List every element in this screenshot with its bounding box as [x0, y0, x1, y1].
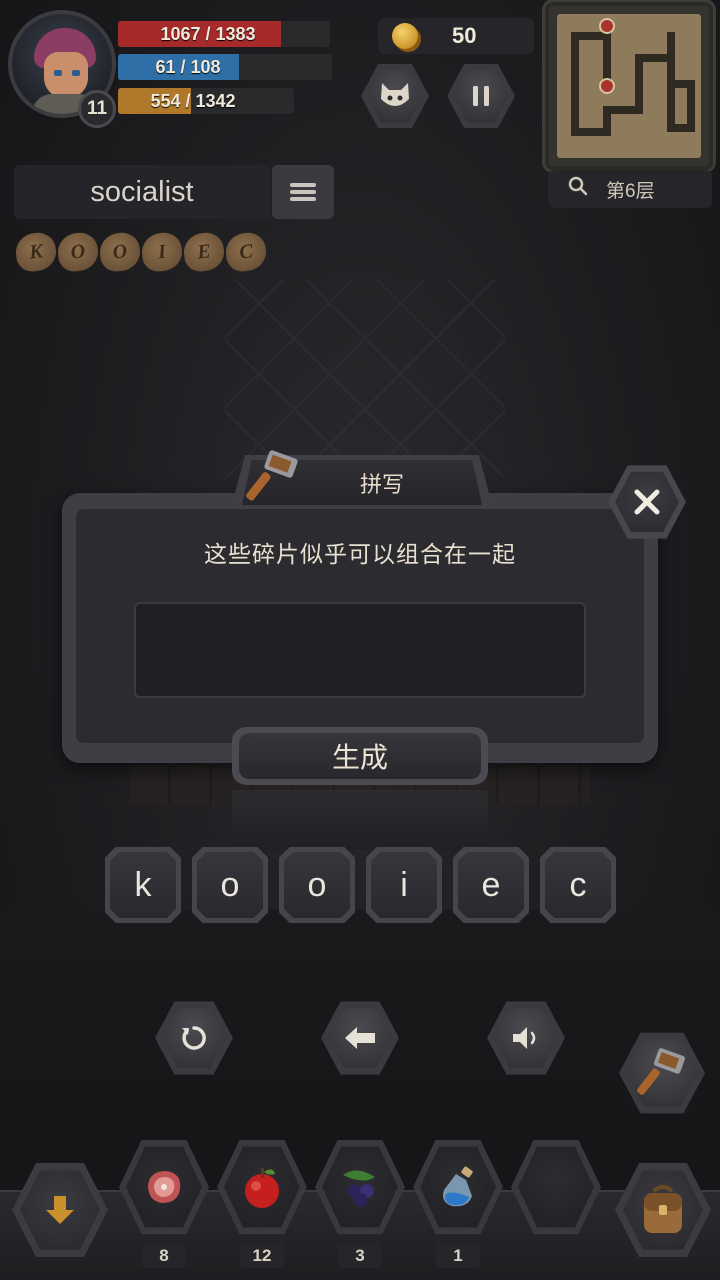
- xp-current: 554: [150, 91, 181, 111]
- hp-separator: /: [200, 24, 216, 44]
- minimap-player-marker: [599, 78, 615, 94]
- berries-icon: [343, 1170, 375, 1207]
- minimap[interactable]: [545, 2, 713, 170]
- hp-max: 1383: [215, 24, 256, 44]
- minimap-paper: [557, 14, 701, 158]
- letter-tile-label: o: [284, 852, 350, 918]
- floor-indicator[interactable]: 第6层: [548, 170, 712, 208]
- spell-input-slot[interactable]: [134, 602, 586, 698]
- letter-tile[interactable]: o: [279, 847, 355, 923]
- fragment-token: C: [224, 231, 268, 273]
- avatar-face: [44, 52, 88, 98]
- coin-count: 50: [452, 23, 477, 48]
- floor-label: 第6层: [606, 180, 655, 202]
- coin-icon: [392, 23, 418, 49]
- letter-tile[interactable]: c: [540, 847, 616, 923]
- hp-bar: 1067 / 1383: [118, 21, 330, 47]
- coin-counter: 50: [378, 18, 534, 54]
- letter-tile[interactable]: e: [453, 847, 529, 923]
- close-icon: [615, 471, 679, 533]
- inventory-count: 12: [240, 1244, 284, 1268]
- backpack-icon: [644, 1185, 682, 1233]
- fragment-token: E: [182, 231, 226, 273]
- reset-icon: [182, 1026, 206, 1050]
- list-icon: [290, 180, 316, 204]
- mp-current: 61: [155, 57, 176, 77]
- letter-tile-label: i: [371, 852, 437, 918]
- inventory-count: 1: [436, 1244, 480, 1268]
- fragment-token: I: [140, 231, 184, 273]
- fragment-token: O: [98, 231, 142, 273]
- inventory-count: 8: [142, 1244, 186, 1268]
- minimap-wall: [667, 32, 675, 132]
- meat-icon: [148, 1171, 181, 1203]
- xp-separator: /: [180, 91, 196, 111]
- avatar-eye: [72, 70, 80, 76]
- dialog-message: 这些碎片似乎可以组合在一起: [204, 541, 516, 567]
- letter-tile[interactable]: o: [192, 847, 268, 923]
- avatar-eye: [54, 70, 62, 76]
- mp-text: 61 / 108: [118, 54, 258, 80]
- pet-face-icon: [381, 83, 409, 106]
- minimap-enemy-marker: [599, 18, 615, 34]
- letter-tile-label: o: [197, 852, 263, 918]
- pause-icon: [473, 86, 489, 106]
- target-word-text: socialist: [90, 175, 194, 208]
- xp-max: 1342: [195, 91, 236, 111]
- hp-text: 1067 / 1383: [118, 21, 298, 47]
- hp-current: 1067: [160, 24, 201, 44]
- potion-icon: [443, 1166, 473, 1207]
- search-icon: [568, 176, 588, 202]
- apple-icon: [245, 1168, 279, 1208]
- xp-bar: 554 / 1342: [118, 88, 294, 114]
- fragment-list: K O O I E C: [14, 231, 268, 273]
- word-list-button[interactable]: [272, 165, 334, 219]
- hammer-icon: [246, 450, 298, 501]
- letter-tile-label: c: [545, 852, 611, 918]
- minimap-wall: [571, 32, 579, 136]
- xp-text: 554 / 1342: [118, 88, 268, 114]
- target-word: socialist: [14, 165, 270, 219]
- mp-max: 108: [190, 57, 221, 77]
- player-level-badge: 11: [78, 90, 116, 128]
- fragment-token: K: [14, 231, 58, 273]
- inventory-count: 3: [338, 1244, 382, 1268]
- letter-tile-label: e: [458, 852, 524, 918]
- backspace-arrow-icon: [345, 1027, 375, 1049]
- dialog-title: 拼写: [359, 471, 404, 497]
- mp-separator: /: [175, 57, 191, 77]
- hammer-icon: [637, 1048, 685, 1095]
- letter-tile[interactable]: i: [366, 847, 442, 923]
- down-arrow-icon: [46, 1196, 74, 1224]
- letter-tiles: k o o i e c: [105, 847, 616, 923]
- generate-label: 生成: [239, 733, 481, 779]
- speaker-icon: [513, 1027, 536, 1049]
- generate-button[interactable]: 生成: [232, 727, 488, 785]
- minimap-wall: [675, 80, 695, 88]
- minimap-wall: [635, 54, 643, 114]
- mp-bar: 61 / 108: [118, 54, 332, 80]
- background-pedestal: [232, 790, 488, 850]
- fragment-token: O: [56, 231, 100, 273]
- letter-tile[interactable]: k: [105, 847, 181, 923]
- letter-tile-label: k: [110, 852, 176, 918]
